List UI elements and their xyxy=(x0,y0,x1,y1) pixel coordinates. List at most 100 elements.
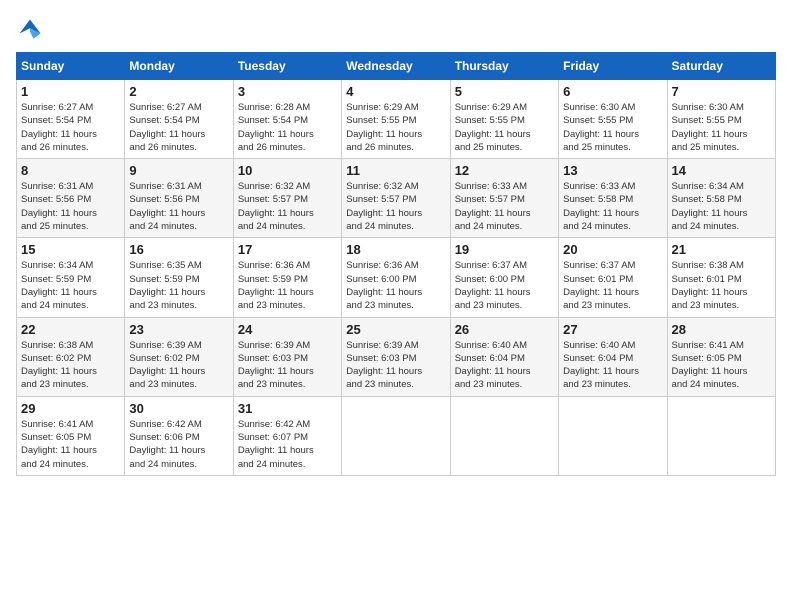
day-detail: Sunrise: 6:40 AM Sunset: 6:04 PM Dayligh… xyxy=(455,339,554,392)
day-number: 17 xyxy=(238,242,337,257)
calendar-cell: 16 Sunrise: 6:35 AM Sunset: 5:59 PM Dayli… xyxy=(125,238,233,317)
day-number: 18 xyxy=(346,242,445,257)
day-number: 1 xyxy=(21,84,120,99)
calendar-cell: 11 Sunrise: 6:32 AM Sunset: 5:57 PM Dayli… xyxy=(342,159,450,238)
day-detail: Sunrise: 6:32 AM Sunset: 5:57 PM Dayligh… xyxy=(346,180,445,233)
calendar-week-row: 8 Sunrise: 6:31 AM Sunset: 5:56 PM Daylig… xyxy=(17,159,776,238)
day-detail: Sunrise: 6:37 AM Sunset: 6:01 PM Dayligh… xyxy=(563,259,662,312)
day-detail: Sunrise: 6:35 AM Sunset: 5:59 PM Dayligh… xyxy=(129,259,228,312)
day-number: 24 xyxy=(238,322,337,337)
calendar-cell: 18 Sunrise: 6:36 AM Sunset: 6:00 PM Dayli… xyxy=(342,238,450,317)
calendar-cell: 14 Sunrise: 6:34 AM Sunset: 5:58 PM Dayli… xyxy=(667,159,775,238)
day-detail: Sunrise: 6:31 AM Sunset: 5:56 PM Dayligh… xyxy=(21,180,120,233)
day-detail: Sunrise: 6:38 AM Sunset: 6:01 PM Dayligh… xyxy=(672,259,771,312)
calendar-cell xyxy=(450,396,558,475)
calendar-cell xyxy=(559,396,667,475)
day-header-thursday: Thursday xyxy=(450,53,558,80)
day-detail: Sunrise: 6:34 AM Sunset: 5:58 PM Dayligh… xyxy=(672,180,771,233)
day-detail: Sunrise: 6:36 AM Sunset: 6:00 PM Dayligh… xyxy=(346,259,445,312)
calendar-cell: 29 Sunrise: 6:41 AM Sunset: 6:05 PM Dayli… xyxy=(17,396,125,475)
day-number: 3 xyxy=(238,84,337,99)
logo xyxy=(16,16,48,44)
day-detail: Sunrise: 6:42 AM Sunset: 6:06 PM Dayligh… xyxy=(129,418,228,471)
calendar-cell: 8 Sunrise: 6:31 AM Sunset: 5:56 PM Daylig… xyxy=(17,159,125,238)
day-number: 4 xyxy=(346,84,445,99)
calendar-cell: 12Sunrise: 6:33 AM Sunset: 5:57 PM Dayli… xyxy=(450,159,558,238)
day-number: 29 xyxy=(21,401,120,416)
day-number: 23 xyxy=(129,322,228,337)
calendar-cell: 22 Sunrise: 6:38 AM Sunset: 6:02 PM Dayli… xyxy=(17,317,125,396)
calendar-cell: 9 Sunrise: 6:31 AM Sunset: 5:56 PM Daylig… xyxy=(125,159,233,238)
calendar-cell: 21Sunrise: 6:38 AM Sunset: 6:01 PM Dayli… xyxy=(667,238,775,317)
day-detail: Sunrise: 6:30 AM Sunset: 5:55 PM Dayligh… xyxy=(563,101,662,154)
calendar-cell: 20 Sunrise: 6:37 AM Sunset: 6:01 PM Dayli… xyxy=(559,238,667,317)
day-number: 5 xyxy=(455,84,554,99)
calendar-cell: 27Sunrise: 6:40 AM Sunset: 6:04 PM Dayli… xyxy=(559,317,667,396)
day-detail: Sunrise: 6:32 AM Sunset: 5:57 PM Dayligh… xyxy=(238,180,337,233)
calendar-cell: 10 Sunrise: 6:32 AM Sunset: 5:57 PM Dayli… xyxy=(233,159,341,238)
day-detail: Sunrise: 6:33 AM Sunset: 5:57 PM Dayligh… xyxy=(455,180,554,233)
day-detail: Sunrise: 6:42 AM Sunset: 6:07 PM Dayligh… xyxy=(238,418,337,471)
day-detail: Sunrise: 6:38 AM Sunset: 6:02 PM Dayligh… xyxy=(21,339,120,392)
day-detail: Sunrise: 6:31 AM Sunset: 5:56 PM Dayligh… xyxy=(129,180,228,233)
day-number: 28 xyxy=(672,322,771,337)
day-number: 20 xyxy=(563,242,662,257)
day-number: 31 xyxy=(238,401,337,416)
calendar-cell: 6Sunrise: 6:30 AM Sunset: 5:55 PM Daylig… xyxy=(559,80,667,159)
day-number: 10 xyxy=(238,163,337,178)
day-number: 7 xyxy=(672,84,771,99)
calendar-week-row: 1 Sunrise: 6:27 AM Sunset: 5:54 PM Daylig… xyxy=(17,80,776,159)
day-number: 8 xyxy=(21,163,120,178)
calendar-cell: 2 Sunrise: 6:27 AM Sunset: 5:54 PM Daylig… xyxy=(125,80,233,159)
day-number: 2 xyxy=(129,84,228,99)
day-detail: Sunrise: 6:39 AM Sunset: 6:03 PM Dayligh… xyxy=(346,339,445,392)
calendar-cell: 23 Sunrise: 6:39 AM Sunset: 6:02 PM Dayli… xyxy=(125,317,233,396)
day-header-saturday: Saturday xyxy=(667,53,775,80)
day-number: 22 xyxy=(21,322,120,337)
day-detail: Sunrise: 6:27 AM Sunset: 5:54 PM Dayligh… xyxy=(21,101,120,154)
calendar-cell xyxy=(667,396,775,475)
calendar-table: SundayMondayTuesdayWednesdayThursdayFrid… xyxy=(16,52,776,476)
logo-bird-icon xyxy=(16,16,44,44)
day-detail: Sunrise: 6:30 AM Sunset: 5:55 PM Dayligh… xyxy=(672,101,771,154)
calendar-cell: 28 Sunrise: 6:41 AM Sunset: 6:05 PM Dayli… xyxy=(667,317,775,396)
calendar-cell: 19Sunrise: 6:37 AM Sunset: 6:00 PM Dayli… xyxy=(450,238,558,317)
day-header-friday: Friday xyxy=(559,53,667,80)
day-detail: Sunrise: 6:28 AM Sunset: 5:54 PM Dayligh… xyxy=(238,101,337,154)
day-number: 11 xyxy=(346,163,445,178)
calendar-cell: 13 Sunrise: 6:33 AM Sunset: 5:58 PM Dayli… xyxy=(559,159,667,238)
day-detail: Sunrise: 6:33 AM Sunset: 5:58 PM Dayligh… xyxy=(563,180,662,233)
day-number: 9 xyxy=(129,163,228,178)
calendar-cell: 15 Sunrise: 6:34 AM Sunset: 5:59 PM Dayli… xyxy=(17,238,125,317)
day-detail: Sunrise: 6:41 AM Sunset: 6:05 PM Dayligh… xyxy=(672,339,771,392)
day-detail: Sunrise: 6:39 AM Sunset: 6:03 PM Dayligh… xyxy=(238,339,337,392)
day-number: 16 xyxy=(129,242,228,257)
day-detail: Sunrise: 6:29 AM Sunset: 5:55 PM Dayligh… xyxy=(346,101,445,154)
day-detail: Sunrise: 6:34 AM Sunset: 5:59 PM Dayligh… xyxy=(21,259,120,312)
day-detail: Sunrise: 6:27 AM Sunset: 5:54 PM Dayligh… xyxy=(129,101,228,154)
calendar-cell: 4 Sunrise: 6:29 AM Sunset: 5:55 PM Daylig… xyxy=(342,80,450,159)
day-number: 25 xyxy=(346,322,445,337)
day-header-wednesday: Wednesday xyxy=(342,53,450,80)
day-detail: Sunrise: 6:29 AM Sunset: 5:55 PM Dayligh… xyxy=(455,101,554,154)
day-number: 15 xyxy=(21,242,120,257)
calendar-cell: 3 Sunrise: 6:28 AM Sunset: 5:54 PM Daylig… xyxy=(233,80,341,159)
day-detail: Sunrise: 6:39 AM Sunset: 6:02 PM Dayligh… xyxy=(129,339,228,392)
calendar-cell: 25 Sunrise: 6:39 AM Sunset: 6:03 PM Dayli… xyxy=(342,317,450,396)
day-number: 14 xyxy=(672,163,771,178)
day-number: 19 xyxy=(455,242,554,257)
calendar-week-row: 15 Sunrise: 6:34 AM Sunset: 5:59 PM Dayli… xyxy=(17,238,776,317)
calendar-cell: 26 Sunrise: 6:40 AM Sunset: 6:04 PM Dayli… xyxy=(450,317,558,396)
calendar-cell: 30Sunrise: 6:42 AM Sunset: 6:06 PM Dayli… xyxy=(125,396,233,475)
calendar-week-row: 29 Sunrise: 6:41 AM Sunset: 6:05 PM Dayli… xyxy=(17,396,776,475)
calendar-cell: 5 Sunrise: 6:29 AM Sunset: 5:55 PM Daylig… xyxy=(450,80,558,159)
calendar-cell: 31 Sunrise: 6:42 AM Sunset: 6:07 PM Dayli… xyxy=(233,396,341,475)
calendar-cell: 1 Sunrise: 6:27 AM Sunset: 5:54 PM Daylig… xyxy=(17,80,125,159)
day-number: 13 xyxy=(563,163,662,178)
day-number: 27 xyxy=(563,322,662,337)
calendar-week-row: 22 Sunrise: 6:38 AM Sunset: 6:02 PM Dayli… xyxy=(17,317,776,396)
day-number: 26 xyxy=(455,322,554,337)
day-detail: Sunrise: 6:36 AM Sunset: 5:59 PM Dayligh… xyxy=(238,259,337,312)
page-header xyxy=(16,16,776,44)
day-detail: Sunrise: 6:41 AM Sunset: 6:05 PM Dayligh… xyxy=(21,418,120,471)
